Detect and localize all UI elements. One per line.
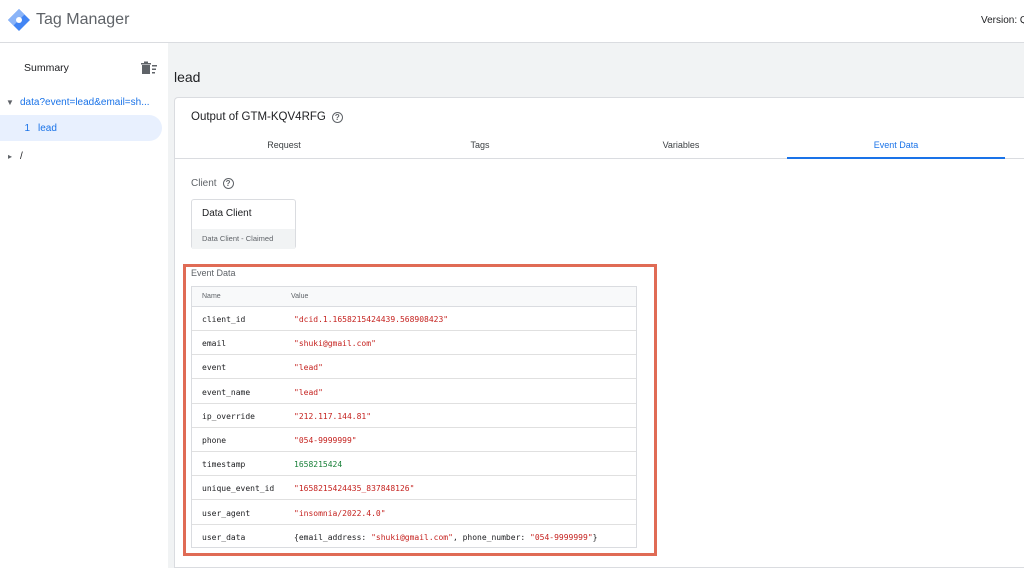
- output-title: Output of GTM-KQV4RFG ?: [191, 111, 343, 123]
- version-label: Version: Q: [981, 15, 1024, 26]
- sidebar-item-root[interactable]: ▸ /: [0, 143, 168, 169]
- client-card[interactable]: Data Client Data Client - Claimed: [191, 199, 296, 249]
- sidebar-item-label: /: [20, 150, 23, 162]
- client-name: Data Client: [202, 208, 252, 219]
- column-header-name: Name: [202, 293, 221, 300]
- table-row: unique_event_id "1658215424435_837848126": [192, 476, 636, 501]
- event-field-value: "lead": [294, 363, 323, 373]
- event-field-value: "212.117.144.81": [294, 411, 372, 421]
- event-field-name: event_name: [202, 387, 251, 397]
- event-field-value: "insomnia/2022.4.0": [294, 508, 386, 518]
- table-row: client_id "dcid.1.1658215424439.568908423…: [192, 307, 636, 331]
- table-row: event "lead": [192, 355, 636, 380]
- tag-manager-logo-icon[interactable]: [7, 8, 31, 32]
- caret-down-icon[interactable]: ▼: [0, 98, 20, 107]
- event-field-name: client_id: [202, 315, 246, 324]
- event-field-name: phone: [202, 436, 227, 445]
- page-title: lead: [174, 69, 201, 85]
- tab-request[interactable]: Request: [175, 134, 393, 159]
- event-data-table: Name Value client_id "dcid.1.165821542443…: [191, 286, 637, 548]
- event-field-value: 1658215424: [294, 460, 343, 470]
- tab-event-data[interactable]: Event Data: [787, 134, 1005, 159]
- value-part: , phone_number:: [452, 532, 531, 542]
- event-data-label: Event Data: [191, 268, 236, 278]
- output-title-text: Output of GTM-KQV4RFG: [191, 111, 326, 123]
- sidebar: Summary ▼ data?event=lead&email=sh... 1 …: [0, 43, 168, 568]
- summary-link[interactable]: Summary: [24, 62, 69, 74]
- table-row: user_agent "insomnia/2022.4.0": [192, 501, 636, 525]
- output-card: Output of GTM-KQV4RFG ? Request Tags Var…: [174, 97, 1024, 568]
- table-row: user_data {email_address: "shuki@gmail.co…: [192, 525, 636, 549]
- app-title: Tag Manager: [36, 11, 130, 28]
- table-row: event_name "lead": [192, 380, 636, 404]
- value-part: }: [592, 532, 598, 542]
- tab-variables[interactable]: Variables: [572, 134, 790, 159]
- help-icon[interactable]: ?: [222, 178, 234, 189]
- top-bar: Tag Manager Version: Q: [0, 0, 1024, 43]
- sidebar-item-request[interactable]: ▼ data?event=lead&email=sh...: [0, 89, 168, 115]
- event-field-value: "lead": [294, 387, 323, 397]
- client-label-text: Client: [191, 178, 217, 189]
- client-section-label: Client ?: [191, 178, 234, 189]
- caret-right-icon[interactable]: ▸: [0, 152, 20, 161]
- client-status: Data Client - Claimed: [192, 229, 295, 249]
- tab-bar: Request Tags Variables Event Data: [175, 134, 1024, 159]
- event-field-name: email: [202, 339, 227, 349]
- value-part: "054-9999999": [530, 532, 593, 542]
- event-field-name: event: [202, 363, 227, 373]
- event-field-name: unique_event_id: [202, 484, 275, 494]
- help-icon[interactable]: ?: [331, 111, 343, 123]
- sidebar-item-label: lead: [38, 122, 57, 134]
- event-field-name: user_agent: [202, 508, 251, 518]
- value-part: {email_address:: [294, 532, 372, 542]
- value-part: "shuki@gmail.com": [371, 532, 453, 542]
- table-row: timestamp 1658215424: [192, 452, 636, 477]
- event-field-name: ip_override: [202, 411, 255, 421]
- sidebar-item-index: 1: [24, 122, 30, 134]
- event-field-name: timestamp: [202, 460, 246, 470]
- sidebar-item-lead[interactable]: 1 lead: [0, 115, 162, 141]
- table-row: phone "054-9999999": [192, 428, 636, 452]
- event-field-name: user_data: [202, 532, 246, 542]
- event-field-value: {email_address: "shuki@gmail.com", phone…: [294, 533, 597, 542]
- table-row: ip_override "212.117.144.81": [192, 404, 636, 428]
- event-field-value: "dcid.1.1658215424439.568908423": [294, 315, 449, 324]
- event-field-value: "shuki@gmail.com": [294, 339, 376, 349]
- table-header: Name Value: [192, 287, 636, 307]
- column-header-value: Value: [291, 293, 309, 300]
- table-row: email "shuki@gmail.com": [192, 331, 636, 356]
- sidebar-item-label: data?event=lead&email=sh...: [20, 96, 150, 108]
- event-field-value: "054-9999999": [294, 436, 357, 445]
- tab-tags[interactable]: Tags: [371, 134, 589, 159]
- event-field-value: "1658215424435_837848126": [294, 484, 415, 494]
- delete-sweep-icon[interactable]: [141, 61, 157, 75]
